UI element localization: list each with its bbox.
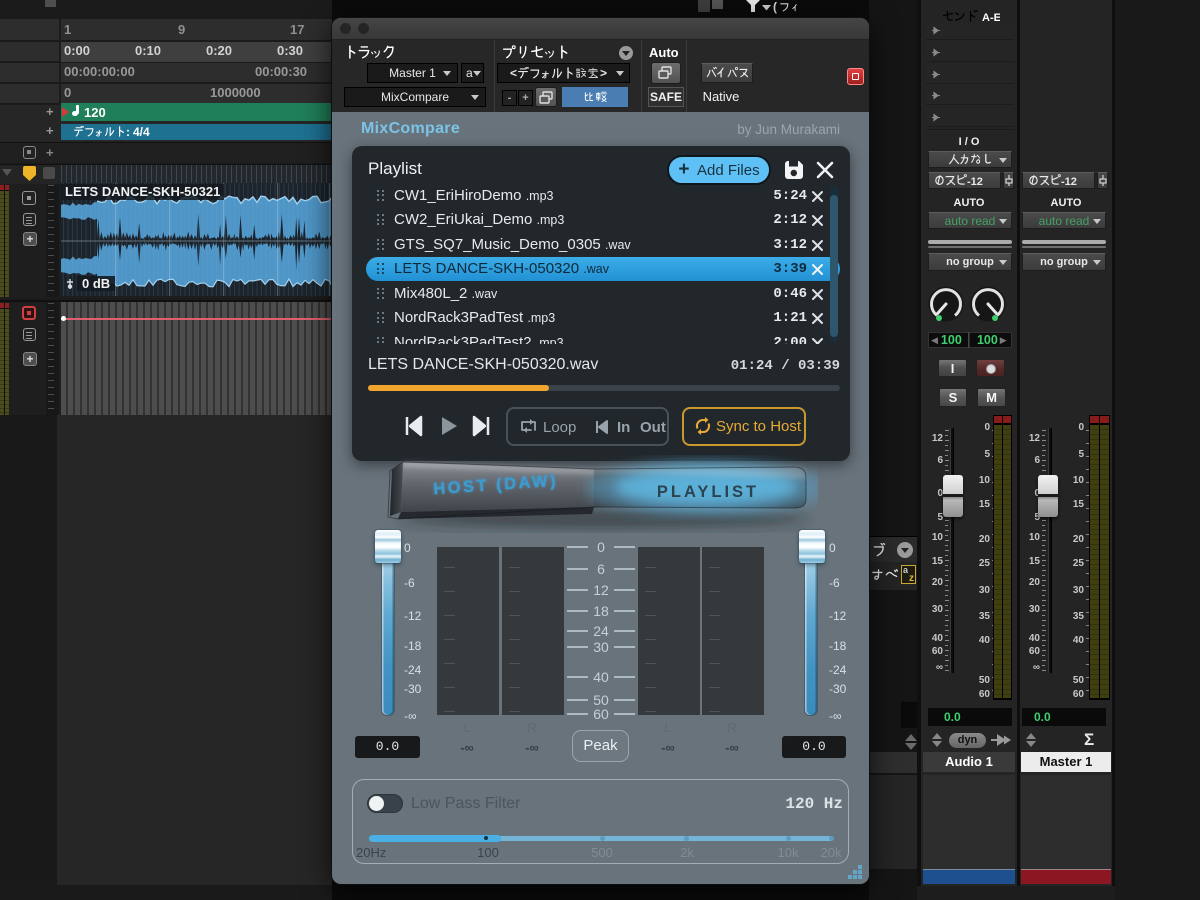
svg-text::: : bbox=[126, 126, 130, 139]
svg-text:(: ( bbox=[773, 0, 777, 14]
svg-text:>: > bbox=[600, 66, 607, 80]
svg-text:<: < bbox=[510, 66, 517, 80]
svg-text:PLAYLIST: PLAYLIST bbox=[657, 483, 759, 501]
